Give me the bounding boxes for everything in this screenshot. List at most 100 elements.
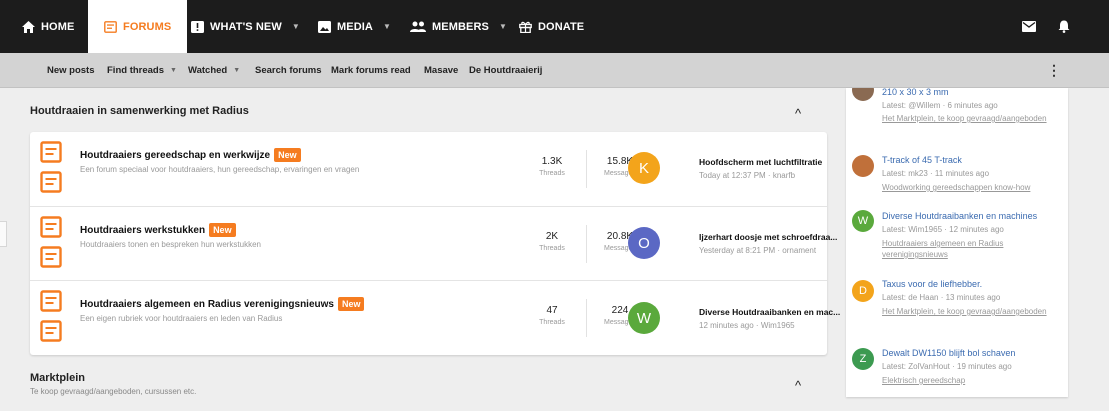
latest-posts-widget: 210 x 30 x 3 mm Latest: @Willem · 6 minu… [846,88,1068,397]
forum-title[interactable]: Houtdraaiers algemeen en Radius verenigi… [80,297,365,311]
nav-donate[interactable]: DONATE [519,0,584,53]
category-title: Houtdraaien in samenwerking met Radius [30,105,249,117]
threads-count: 1.3K [541,156,563,167]
forum-row[interactable]: Houtdraaiers algemeen en Radius verenigi… [30,280,840,354]
threads-stat: 47 Threads [522,305,582,326]
nav-media[interactable]: MEDIA ▼ [318,0,391,53]
forum-description: Een forum speciaal voor houtdraaiers, hu… [80,165,360,174]
new-badge: New [337,297,365,311]
avatar[interactable]: W [852,210,874,232]
nav-home-label: HOME [41,20,75,33]
forum-icon [40,246,62,268]
mail-icon [1022,21,1036,32]
forum-description: Houtdraaiers tonen en bespreken hun werk… [80,240,261,249]
home-icon [22,20,35,33]
notifications-button[interactable] [1058,0,1070,53]
category-title: Marktplein [30,372,86,384]
forum-node-icon [40,141,64,195]
last-post-title[interactable]: Hoofdscherm met luchtfiltratie [699,157,849,167]
forum-icon [40,171,62,193]
collapse-toggle-icon[interactable]: ^ [788,103,808,123]
latest-post-title[interactable]: Taxus voor de liefhebber. [882,279,982,289]
forum-title[interactable]: Houtdraaiers werkstukken New [80,223,236,237]
nav-whats-new[interactable]: WHAT'S NEW ▼ [191,0,300,53]
sub-navigation: New posts Find threads ▼ Watched ▼ Search … [0,53,1109,88]
subnav-watched[interactable]: Watched ▼ [188,53,240,87]
latest-post-forum-link[interactable]: Woodworking gereedschappen know-how [882,182,1062,193]
avatar[interactable]: W [628,302,660,334]
forum-description: Een eigen rubriek voor houtdraaiers en l… [80,314,283,323]
latest-post-title[interactable]: Dewalt DW1150 blijft bol schaven [882,348,1015,358]
forum-row[interactable]: Houtdraaiers werkstukken New Houtdraaier… [30,206,837,280]
stat-divider [586,225,587,263]
stat-divider [586,299,587,337]
mail-button[interactable] [1022,0,1036,53]
latest-post-forum-link[interactable]: Het Marktplein, te koop gevraagd/aangebo… [882,306,1062,317]
latest-post-forum-link[interactable]: Elektrisch gereedschap [882,375,1062,386]
last-post-meta: 12 minutes ago · Wim1965 [699,321,795,330]
avatar[interactable]: O [628,227,660,259]
threads-label: Threads [539,170,565,177]
last-post-title[interactable]: Ijzerhart doosje met schroefdraa... [699,232,849,242]
gift-icon [519,21,532,33]
subnav-new-posts-label: New posts [47,64,95,76]
latest-post-forum-link[interactable]: Het Marktplein, te koop gevraagd/aangebo… [882,113,1062,124]
avatar[interactable] [852,155,874,177]
category-header[interactable]: Houtdraaien in samenwerking met Radius [30,104,830,118]
subnav-de-houtdraaierij-label: De Houtdraaierij [469,64,543,76]
nav-home[interactable]: HOME [22,0,74,53]
latest-post-meta: Latest: @Willem · 6 minutes ago [882,101,998,110]
last-post-title[interactable]: Diverse Houtdraaibanken en mac... [699,307,849,317]
latest-post-title[interactable]: 210 x 30 x 3 mm [882,88,949,97]
avatar[interactable]: D [852,280,874,302]
forum-node-icon [40,216,64,270]
new-badge: New [209,223,236,237]
new-badge: New [274,148,301,162]
collapse-toggle-icon[interactable]: ^ [788,375,808,395]
threads-stat: 1.3K Threads [522,156,582,177]
forum-title[interactable]: Houtdraaiers gereedschap en werkwijze Ne… [80,148,301,162]
subnav-new-posts[interactable]: New posts [47,53,95,87]
threads-label: Threads [539,319,565,326]
nav-forums-label: FORUMS [123,20,172,33]
chevron-down-icon: ▼ [498,22,507,31]
subnav-watched-label: Watched [188,64,228,76]
latest-post-meta: Latest: Wim1965 · 12 minutes ago [882,225,1004,234]
subnav-find-threads-label: Find threads [107,64,165,76]
category-header[interactable]: Marktplein Te koop gevraagd/aangeboden, … [30,372,830,396]
nav-media-label: MEDIA [337,20,373,33]
latest-post-forum-link[interactable]: Houtdraaiers algemeen en Radius verenigi… [882,238,1062,260]
subnav-mark-forums-read-label: Mark forums read [331,64,411,76]
stat-divider [586,150,587,188]
latest-post-title[interactable]: Diverse Houtdraaibanken en machines [882,211,1037,221]
nav-whats-new-label: WHAT'S NEW [210,20,282,33]
last-post-meta: Today at 12:37 PM · knarfb [699,171,796,180]
more-menu-icon[interactable]: ⋮ [1046,53,1062,87]
threads-count: 2K [545,231,559,242]
avatar[interactable]: K [628,152,660,184]
forum-icon [40,290,62,312]
subnav-masave[interactable]: Masave [424,53,458,87]
subnav-find-threads[interactable]: Find threads ▼ [107,53,177,87]
chevron-down-icon: ▼ [233,66,241,74]
subnav-search-forums[interactable]: Search forums [255,53,322,87]
forum-node-icon [40,290,64,344]
forum-row[interactable]: Houtdraaiers gereedschap en werkwijze Ne… [30,132,827,206]
subnav-mark-forums-read[interactable]: Mark forums read [331,53,411,87]
nav-members[interactable]: MEMBERS ▼ [410,0,507,53]
nav-members-label: MEMBERS [432,20,489,33]
forum-icon [104,20,117,33]
category-subtitle: Te koop gevraagd/aangeboden, cursussen e… [30,387,197,396]
threads-stat: 2K Threads [522,231,582,252]
subnav-de-houtdraaierij[interactable]: De Houtdraaierij [469,53,542,87]
latest-post-title[interactable]: T-track of 45 T-track [882,155,962,165]
avatar[interactable] [852,88,874,101]
bell-icon [1058,20,1070,33]
forum-list: Houtdraaiers gereedschap en werkwijze Ne… [30,132,840,355]
subnav-search-forums-label: Search forums [255,64,322,76]
avatar[interactable]: Z [852,348,874,370]
latest-post-meta: Latest: de Haan · 13 minutes ago [882,293,1001,302]
latest-post-meta: Latest: ZolVanHout · 19 minutes ago [882,362,1012,371]
nav-forums[interactable]: FORUMS [88,0,188,53]
chevron-down-icon: ▼ [291,22,300,31]
